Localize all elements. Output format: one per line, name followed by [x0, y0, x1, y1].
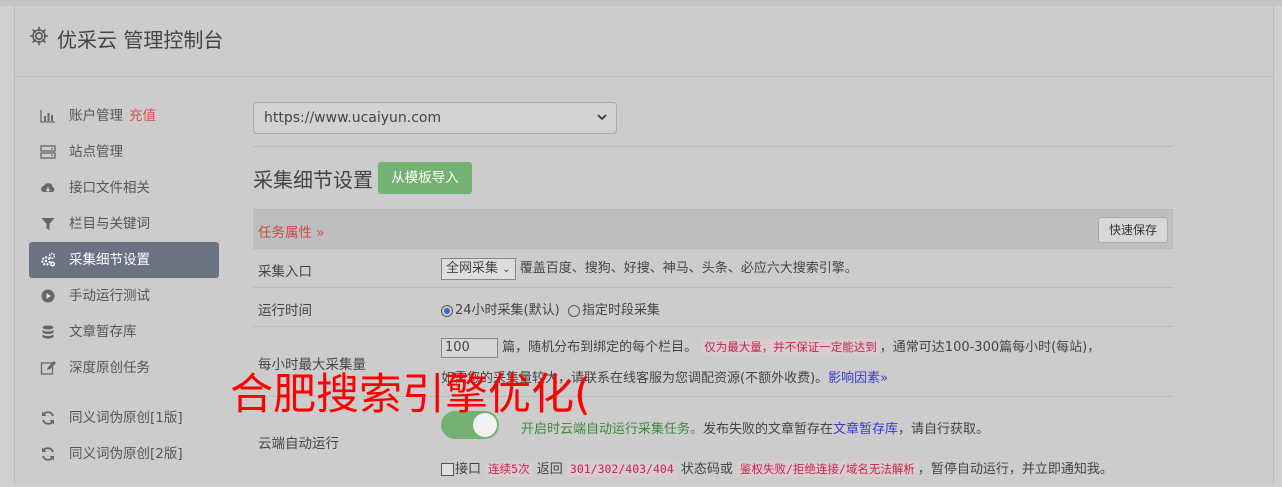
- chevron-down-icon: [597, 114, 607, 121]
- collect-entry-desc: 覆盖百度、搜狗、好搜、神马、头条、必应六大搜索引擎。: [519, 261, 858, 276]
- text: 发布失败的文章暂存在: [703, 422, 834, 437]
- sidebar-item-manual-test[interactable]: 手动运行测试: [29, 278, 219, 314]
- sidebar-item-label: 手动运行测试: [69, 288, 150, 304]
- edit-icon: [40, 361, 56, 375]
- row-label: 云端自动运行: [258, 436, 339, 452]
- row-value: 24小时采集(默认) 指定时段采集: [441, 299, 660, 318]
- bar-chart-icon: [40, 110, 55, 123]
- sidebar-item-interface-files[interactable]: 接口文件相关: [29, 170, 219, 206]
- refresh-icon: [42, 411, 54, 425]
- row-value: 全网采集 ⌄ 覆盖百度、搜狗、好搜、神马、头条、必应六大搜索引擎。: [441, 257, 858, 280]
- row-value: 接口 连续5次 返回 301/302/403/404 状态码或 鉴权失败/拒绝连…: [441, 458, 1113, 477]
- row-value: 100 篇，随机分布到绑定的每个栏目。 仅为最大量，并不保证一定能达到 ，通常可达…: [441, 336, 1100, 358]
- sidebar-item-label: 站点管理: [69, 144, 123, 160]
- text: 返回: [536, 462, 563, 477]
- page-header: 优采云 管理控制台: [15, 6, 1273, 77]
- main-panel: 优采云 管理控制台 账户管理 充值 站点管理 接口文件相关 栏目与关键词 采集细节…: [14, 6, 1274, 484]
- pause-notify-checkbox[interactable]: [441, 463, 454, 476]
- filter-icon: [41, 218, 55, 230]
- text: 接口: [455, 462, 482, 477]
- sidebar-item-article-store[interactable]: 文章暂存库: [29, 314, 219, 350]
- code-text: 鉴权失败/拒绝连接/域名无法解析: [737, 461, 918, 477]
- row-label: 运行时间: [258, 303, 312, 319]
- sidebar-item-label: 同义词伪原创[1版]: [69, 410, 183, 426]
- gear-icon: [29, 26, 49, 46]
- sidebar-item-keywords[interactable]: 栏目与关键词: [29, 206, 219, 242]
- code-text: 连续5次: [485, 461, 533, 477]
- sidebar-item-synonym-v1[interactable]: 同义词伪原创[1版]: [29, 400, 219, 436]
- sidebar-item-label: 接口文件相关: [69, 180, 150, 196]
- page-title: 优采云 管理控制台: [57, 28, 224, 52]
- article-store-link[interactable]: 文章暂存库: [833, 422, 898, 437]
- watermark-overlay-text: 合肥搜索引擎优化(: [230, 370, 591, 420]
- sidebar-item-label: 账户管理: [69, 108, 123, 124]
- radio-24h-label: 24小时采集(默认): [455, 303, 560, 318]
- radio-scheduled-label: 指定时段采集: [581, 303, 660, 318]
- collect-entry-select[interactable]: 全网采集 ⌄: [441, 257, 516, 280]
- table-header: 任务属性 » 快速保存: [253, 209, 1173, 248]
- sidebar-item-label: 深度原创任务: [69, 360, 150, 376]
- text: 篇，随机分布到绑定的每个栏目。: [502, 340, 698, 355]
- settings-table: 任务属性 » 快速保存 采集入口 全网采集 ⌄ 覆盖百度、搜狗、好搜、神马、头条…: [253, 209, 1173, 487]
- quick-save-button[interactable]: 快速保存: [1098, 217, 1168, 243]
- radio-24h[interactable]: [441, 304, 453, 317]
- text: ，暂停自动运行，并立即通知我。: [917, 462, 1113, 477]
- section-title: 采集细节设置: [253, 168, 373, 192]
- site-select[interactable]: https://www.ucaiyun.com: [253, 102, 617, 134]
- database-icon: [42, 325, 54, 339]
- sidebar-item-label: 栏目与关键词: [69, 216, 150, 232]
- max-warning: 仅为最大量，并不保证一定能达到: [701, 339, 880, 355]
- sidebar-item-synonym-v2[interactable]: 同义词伪原创[2版]: [29, 436, 219, 472]
- factors-link[interactable]: 影响因素»: [828, 371, 888, 386]
- chevron-down-icon: ⌄: [502, 263, 511, 275]
- code-text: 301/302/403/404: [566, 461, 677, 477]
- max-per-hour-input[interactable]: 100: [441, 337, 498, 358]
- sidebar-item-label: 同义词伪原创[2版]: [69, 446, 183, 462]
- import-template-button[interactable]: 从模板导入: [378, 162, 472, 194]
- divider: [253, 146, 1173, 147]
- cloud-download-icon: [41, 183, 55, 193]
- row-label: 采集入口: [258, 264, 312, 280]
- table-row: 运行时间 24小时采集(默认) 指定时段采集: [253, 287, 1173, 326]
- task-properties-toggle[interactable]: 任务属性 »: [258, 221, 325, 241]
- sidebar-item-account[interactable]: 账户管理 充值: [29, 98, 219, 134]
- server-icon: [40, 145, 56, 159]
- text: 开启时云端自动运行采集任务。: [521, 422, 704, 437]
- row-value: 开启时云端自动运行采集任务。发布失败的文章暂存在文章暂存库，请自行获取。: [521, 418, 989, 437]
- sidebar-item-collect-settings[interactable]: 采集细节设置: [29, 242, 219, 278]
- table-row: 采集入口 全网采集 ⌄ 覆盖百度、搜狗、好搜、神马、头条、必应六大搜索引擎。: [253, 248, 1173, 287]
- sidebar-item-label: 文章暂存库: [69, 324, 137, 340]
- sidebar-item-label: 采集细节设置: [69, 252, 150, 268]
- text: 状态码或: [680, 462, 733, 477]
- text: ，通常可达100-300篇每小时(每站)，: [879, 340, 1101, 355]
- radio-scheduled[interactable]: [567, 304, 580, 317]
- refresh-icon: [42, 447, 54, 461]
- sidebar: 账户管理 充值 站点管理 接口文件相关 栏目与关键词 采集细节设置 手动运行测试 …: [29, 98, 219, 472]
- site-select-value: https://www.ucaiyun.com: [264, 110, 442, 126]
- text: ，请自行获取。: [898, 422, 990, 437]
- play-circle-icon: [41, 289, 55, 303]
- sidebar-item-deep-original[interactable]: 深度原创任务: [29, 350, 219, 386]
- sidebar-divider: [29, 386, 219, 400]
- gears-icon: [41, 252, 56, 267]
- sidebar-item-sites[interactable]: 站点管理: [29, 134, 219, 170]
- recharge-link[interactable]: 充值: [129, 108, 156, 124]
